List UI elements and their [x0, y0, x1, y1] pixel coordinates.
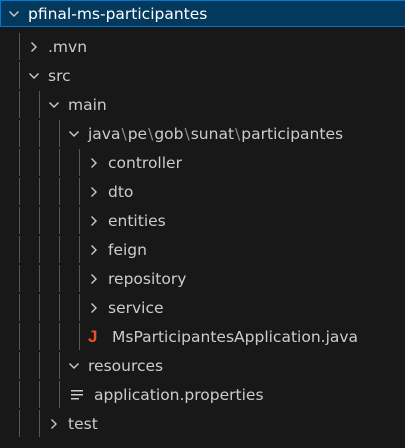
tree-item-label: test [68, 414, 98, 433]
tree-item-test[interactable]: test [0, 410, 405, 437]
path-separator: \ [148, 124, 154, 143]
tree-item-label: feign [108, 240, 147, 259]
tree-item-label: main [68, 95, 107, 114]
java-file-icon: J [88, 328, 106, 345]
indent-guide [79, 265, 80, 292]
tree-item-application-properties[interactable]: application.properties [0, 381, 405, 408]
tree-item-resources[interactable]: resources [0, 352, 405, 379]
indent-guide [59, 149, 60, 176]
indent-guide [39, 236, 40, 263]
indent-guide [79, 178, 80, 205]
indent-guide [19, 178, 20, 205]
indent-guide [19, 323, 20, 350]
indent-guide [79, 323, 80, 350]
indent-guide [59, 323, 60, 350]
indent-guide [59, 381, 60, 408]
indent-guide [39, 120, 40, 147]
chevron-right-icon[interactable] [86, 213, 102, 229]
indent-guide [39, 410, 40, 437]
indent-guide [39, 91, 40, 118]
path-separator: \ [184, 124, 190, 143]
indent-guide [39, 294, 40, 321]
tree-item-label: service [108, 298, 164, 317]
indent-guide [59, 178, 60, 205]
java-file-icon-glyph: J [88, 327, 98, 346]
properties-file-icon [70, 389, 88, 401]
indent-guide [39, 381, 40, 408]
indent-guide [19, 265, 20, 292]
chevron-right-icon[interactable] [86, 271, 102, 287]
indent-guide [19, 120, 20, 147]
chevron-right-icon[interactable] [86, 155, 102, 171]
tree-item-label: pfinal-ms-participantes [28, 4, 208, 23]
indent-guide [59, 265, 60, 292]
tree-item-feign[interactable]: feign [0, 236, 405, 263]
package-path-segment: participantes [241, 124, 344, 143]
tree-item-repository[interactable]: repository [0, 265, 405, 292]
indent-guide [59, 207, 60, 234]
tree-item-label: src [48, 66, 71, 85]
indent-guide [19, 62, 20, 89]
indent-guide [79, 294, 80, 321]
tree-item-label: dto [108, 182, 134, 201]
package-path-segment: sunat [190, 124, 235, 143]
chevron-right-icon[interactable] [86, 300, 102, 316]
tree-item-label: MsParticipantesApplication.java [112, 327, 359, 346]
indent-guide [79, 149, 80, 176]
indent-guide [19, 352, 20, 379]
tree-item-main-class-file[interactable]: J MsParticipantesApplication.java [0, 323, 405, 350]
chevron-down-icon[interactable] [6, 6, 22, 22]
indent-guide [39, 207, 40, 234]
tree-item-label: resources [88, 356, 164, 375]
tree-item-entities[interactable]: entities [0, 207, 405, 234]
tree-item-dto[interactable]: dto [0, 178, 405, 205]
tree-item-controller[interactable]: controller [0, 149, 405, 176]
indent-guide [39, 352, 40, 379]
file-explorer-tree: pfinal-ms-participantes .mvn src main ja… [0, 0, 405, 448]
indent-guide [39, 323, 40, 350]
package-path-segment: gob [154, 124, 184, 143]
indent-guide [39, 178, 40, 205]
chevron-down-icon[interactable] [46, 97, 62, 113]
indent-guide [19, 381, 20, 408]
indent-guide [59, 120, 60, 147]
tree-item-label: application.properties [94, 385, 264, 404]
package-path-segment: pe [127, 124, 148, 143]
chevron-right-icon[interactable] [86, 242, 102, 258]
indent-guide [59, 352, 60, 379]
chevron-down-icon[interactable] [66, 358, 82, 374]
indent-guide [19, 294, 20, 321]
tree-item-label: entities [108, 211, 166, 230]
indent-guide [19, 149, 20, 176]
tree-item-label: repository [108, 269, 187, 288]
tree-item-main[interactable]: main [0, 91, 405, 118]
indent-guide [59, 236, 60, 263]
indent-guide [19, 91, 20, 118]
indent-guide [19, 33, 20, 60]
tree-item-mvn[interactable]: .mvn [0, 33, 405, 60]
indent-guide [19, 236, 20, 263]
indent-guide [19, 410, 20, 437]
chevron-right-icon[interactable] [46, 416, 62, 432]
indent-guide [19, 207, 20, 234]
tree-item-project-root[interactable]: pfinal-ms-participantes [0, 0, 405, 27]
chevron-down-icon[interactable] [66, 126, 82, 142]
path-separator: \ [121, 124, 127, 143]
chevron-right-icon[interactable] [86, 184, 102, 200]
path-separator: \ [235, 124, 241, 143]
chevron-right-icon[interactable] [26, 39, 42, 55]
tree-item-java-package[interactable]: java \ pe \ gob \ sunat \ participantes [0, 120, 405, 147]
tree-item-service[interactable]: service [0, 294, 405, 321]
indent-guide [79, 236, 80, 263]
chevron-down-icon[interactable] [26, 68, 42, 84]
indent-guide [59, 294, 60, 321]
indent-guide [39, 149, 40, 176]
tree-item-label: .mvn [48, 37, 88, 56]
package-path-segment: java [88, 124, 121, 143]
tree-item-label: controller [108, 153, 182, 172]
tree-item-src[interactable]: src [0, 62, 405, 89]
indent-guide [39, 265, 40, 292]
indent-guide [79, 207, 80, 234]
